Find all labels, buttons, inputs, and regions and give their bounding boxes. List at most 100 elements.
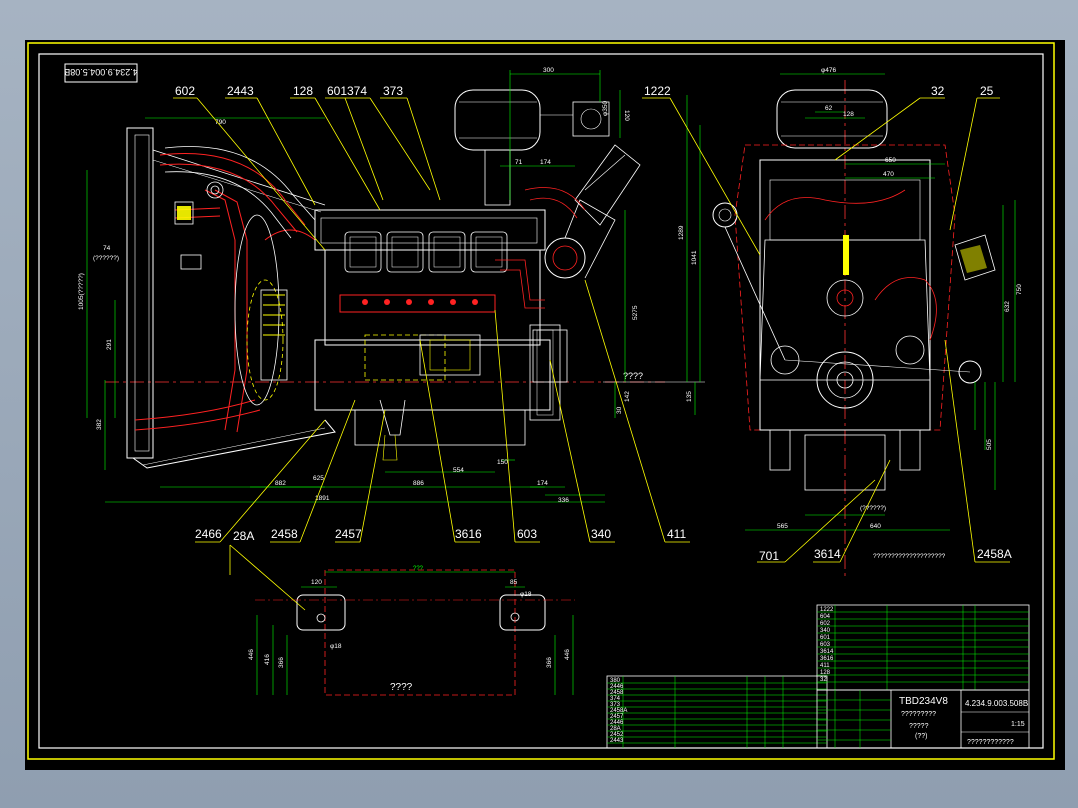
dim-q-short: (??????) <box>860 505 886 512</box>
callout-340: 340 <box>591 527 611 541</box>
title-footer: ???????????? <box>967 739 1014 746</box>
upper-part-8: 411 <box>820 663 830 669</box>
callout-25: 25 <box>980 84 994 98</box>
foot-view-label: ???? <box>390 682 413 693</box>
callout-28a: 28A <box>233 529 254 543</box>
upper-part-4: 601 <box>820 635 831 641</box>
dim-650: 650 <box>885 157 896 164</box>
dim-565: 565 <box>777 523 788 530</box>
dim-174-top: 174 <box>540 159 551 166</box>
top-callouts: 602 2443 128 601 374 373 1222 32 25 <box>175 84 994 98</box>
cad-viewport[interactable]: 4.234.9.004.5.08B ???? 300 120 φ350 174 … <box>25 40 1065 770</box>
dim-476: φ476 <box>821 67 836 74</box>
callout-3616: 3616 <box>455 527 482 541</box>
upper-part-0: 1222 <box>820 607 834 613</box>
callout-1222: 1222 <box>644 84 671 98</box>
title-subtitle: ????????? <box>901 711 936 718</box>
callout-2443: 2443 <box>227 84 254 98</box>
upper-part-3: 340 <box>820 628 831 634</box>
model-name: TBD234V8 <box>899 696 948 707</box>
dim-142: 142 <box>624 391 631 402</box>
title-block: 380 2446 2458 374 373 2458A 2457 2446 28… <box>606 604 1030 749</box>
dim-300: 300 <box>543 67 554 74</box>
dim-30: 30 <box>616 406 623 414</box>
dim-625: 625 <box>313 475 324 482</box>
dim-74: 74 <box>103 245 111 252</box>
dim-505: 505 <box>986 439 993 450</box>
callout-374: 374 <box>347 84 367 98</box>
left-parts-list: 380 2446 2458 374 373 2458A 2457 2446 28… <box>610 678 627 744</box>
dim-phi350: φ350 <box>602 101 609 116</box>
upper-part-2: 602 <box>820 621 831 627</box>
front-view: φ476 128 62 650 470 1289 1041 135 750 63… <box>678 67 1023 580</box>
upper-part-5: 603 <box>820 642 831 648</box>
callout-2457: 2457 <box>335 527 362 541</box>
side-dims <box>86 70 626 503</box>
front-dims <box>686 73 1016 531</box>
title-drawing-no: 4.234.9.003.508B <box>965 699 1028 708</box>
callout-32: 32 <box>931 84 945 98</box>
foot-dim-phi18-a: φ18 <box>330 643 342 650</box>
foot-dim-446b: 446 <box>564 649 571 660</box>
upper-part-6: 3614 <box>820 649 834 655</box>
callout-603: 603 <box>517 527 537 541</box>
dim-554: 554 <box>453 467 464 474</box>
drawing-number-box: 4.234.9.004.5.08B <box>64 63 138 83</box>
side-view: ???? 300 120 φ350 174 71 790 74 (??????)… <box>78 67 705 504</box>
callout-128: 128 <box>293 84 313 98</box>
engine-assembly-drawing: 4.234.9.004.5.08B ???? 300 120 φ350 174 … <box>27 42 1055 760</box>
side-qmark-label: ???? <box>623 371 643 381</box>
outer-frame <box>27 42 1055 760</box>
dim-q-long: ???????????????????? <box>873 553 946 560</box>
callout-373: 373 <box>383 84 403 98</box>
left-part-10: 2443 <box>610 738 624 744</box>
upper-part-1: 604 <box>820 614 831 620</box>
foot-dim-416: 416 <box>264 654 271 665</box>
dim-790: 790 <box>215 119 226 126</box>
foot-dim-phi18-b: φ18 <box>520 591 532 598</box>
coolant-pipes <box>134 152 316 433</box>
foot-view: ??? 120 85 φ18 φ18 446 416 366 366 446 ?… <box>248 566 575 696</box>
dim-640: 640 <box>870 523 881 530</box>
title-sub2: ????? <box>909 723 929 730</box>
dim-5275: 5275 <box>632 305 639 320</box>
dim-382: 382 <box>96 419 103 430</box>
foot-dim-top: ??? <box>413 566 424 572</box>
upper-parts-list: 1222 604 602 340 601 603 3614 3616 411 1… <box>820 607 834 683</box>
dim-1005: 1005(?????) <box>78 273 85 310</box>
dim-150: 150 <box>497 459 508 466</box>
title-sub3: (??) <box>915 733 927 740</box>
upper-part-9: 128 <box>820 670 831 676</box>
dim-71: 71 <box>515 159 523 166</box>
drawing-number-rotated: 4.234.9.004.5.08B <box>64 67 138 77</box>
callout-701: 701 <box>759 549 779 563</box>
dim-62: 62 <box>825 105 833 112</box>
dim-q7: (??????) <box>93 255 119 262</box>
engine-block <box>314 209 568 461</box>
foot-dim-120: 120 <box>311 579 322 586</box>
callout-2458a: 2458A <box>977 547 1012 561</box>
fan <box>234 214 288 406</box>
dim-1289: 1289 <box>678 225 685 240</box>
air-filter <box>454 89 610 206</box>
dim-135: 135 <box>686 391 693 402</box>
upper-part-10: 32 <box>820 677 827 683</box>
callout-2458: 2458 <box>271 527 298 541</box>
callout-601: 601 <box>327 84 347 98</box>
foot-dim-85: 85 <box>510 579 518 586</box>
dim-291: 291 <box>106 339 113 350</box>
dim-470: 470 <box>883 171 894 178</box>
dim-750: 750 <box>1016 284 1023 295</box>
callout-602: 602 <box>175 84 195 98</box>
foot-dim-366a: 366 <box>278 657 285 668</box>
callout-2466: 2466 <box>195 527 222 541</box>
callout-3614: 3614 <box>814 547 841 561</box>
dim-174-bottom: 174 <box>537 480 548 487</box>
callout-411: 411 <box>667 527 686 541</box>
upper-part-7: 3616 <box>820 656 834 662</box>
dim-632: 632 <box>1004 301 1011 312</box>
foot-dim-446a: 446 <box>248 649 255 660</box>
dim-886: 886 <box>413 480 424 487</box>
title-scale: 1:15 <box>1011 721 1025 728</box>
dim-336: 336 <box>558 497 569 504</box>
